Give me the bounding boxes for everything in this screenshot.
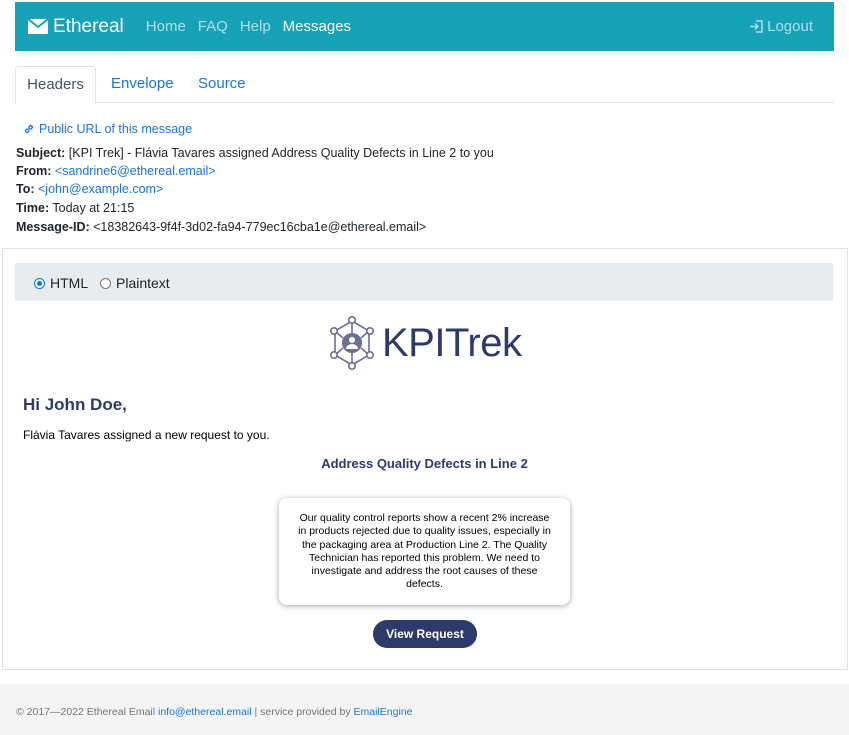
footer-email-link[interactable]: info@ethereal.email [158,706,252,718]
footer-text: © 2017—2022 Ethereal Email info@ethereal… [16,706,412,718]
request-description-card: Our quality control reports show a recen… [279,498,570,605]
footer: © 2017—2022 Ethereal Email info@ethereal… [0,684,849,735]
subject-value: [KPI Trek] - Flávia Tavares assigned Add… [68,146,494,160]
plaintext-radio-label: Plaintext [116,275,170,291]
time-label: Time: [16,201,50,215]
from-address-link[interactable]: <sandrine6@ethereal.email> [55,164,216,178]
brand-name: Ethereal [53,15,124,37]
public-url-link[interactable]: Public URL of this message [23,122,192,136]
logout-label: Logout [767,18,813,35]
kpitrek-logo: KPITrek [327,316,522,370]
public-url-label: Public URL of this message [39,122,193,136]
envelope-icon [28,19,48,34]
view-toggle-bar: HTML Plaintext [15,263,833,301]
message-id-value: <18382643-9f4f-3d02-fa94-779ec16cba1e@et… [93,220,427,234]
from-row: From: <sandrine6@ethereal.email> [16,164,216,178]
plaintext-radio[interactable]: Plaintext [100,275,170,291]
nav-help[interactable]: Help [240,18,271,35]
time-value: Today at 21:15 [52,201,135,215]
logout-button[interactable]: Logout [749,18,813,35]
html-radio[interactable]: HTML [34,275,88,291]
network-person-icon [329,316,374,370]
radio-selected-icon [34,277,45,289]
view-request-button[interactable]: View Request [373,620,477,648]
subject-label: Subject: [16,146,66,160]
html-radio-label: HTML [50,275,89,291]
to-label: To: [16,182,35,196]
request-description: Our quality control reports show a recen… [298,512,551,591]
footer-separator: | service provided by [254,706,351,718]
time-row: Time: Today at 21:15 [16,201,134,215]
tab-headers[interactable]: Headers [15,66,96,104]
request-title: Address Quality Defects in Line 2 [321,456,528,471]
subject-row: Subject: [KPI Trek] - Flávia Tavares ass… [16,146,494,160]
logo-text: KPITrek [382,320,522,365]
greeting: Hi John Doe, [23,395,127,414]
top-navbar: Ethereal Home FAQ Help Messages Logout [15,2,834,51]
assigned-text: Flávia Tavares assigned a new request to… [23,428,270,442]
message-tabs: Headers Envelope Source [15,66,834,104]
link-icon [24,124,34,134]
nav-home[interactable]: Home [146,18,186,35]
footer-provider-link[interactable]: EmailEngine [354,706,413,718]
nav-faq[interactable]: FAQ [198,18,228,35]
radio-unselected-icon [100,277,111,289]
logout-icon [750,20,763,33]
to-row: To: <john@example.com> [16,182,163,196]
from-label: From: [16,164,52,178]
to-address-link[interactable]: <john@example.com> [38,182,163,196]
tab-source[interactable]: Source [198,66,246,102]
message-id-row: Message-ID: <18382643-9f4f-3d02-fa94-779… [16,220,426,234]
tab-envelope[interactable]: Envelope [111,66,174,102]
message-id-label: Message-ID: [16,220,90,234]
brand[interactable]: Ethereal [28,16,124,38]
nav-messages[interactable]: Messages [283,18,351,35]
footer-copyright: © 2017—2022 Ethereal Email [16,706,156,718]
